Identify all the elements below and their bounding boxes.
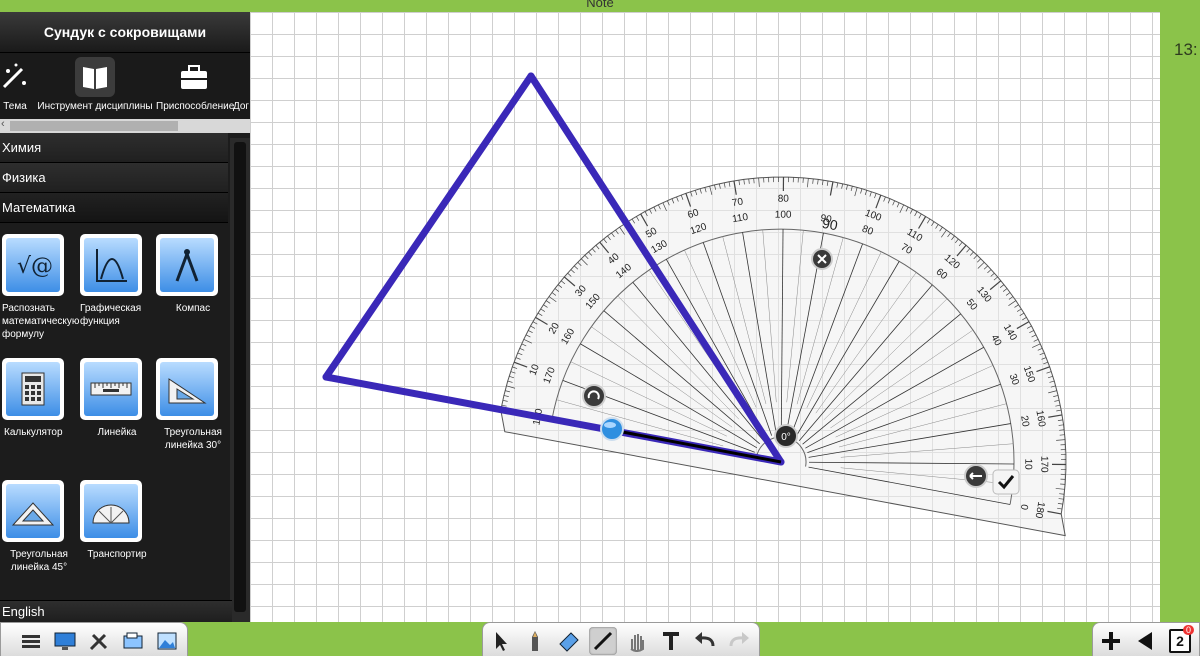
image-icon xyxy=(157,632,177,650)
magic-wand-icon xyxy=(0,57,30,97)
protractor-rotate-button[interactable] xyxy=(582,384,606,408)
tab-devices[interactable]: Приспособление xyxy=(156,53,234,119)
pen-icon xyxy=(532,631,538,651)
text-icon xyxy=(663,632,679,650)
page-badge: 0 xyxy=(1182,625,1194,635)
protractor-icon xyxy=(84,484,138,538)
tool-ruler[interactable]: Линейка xyxy=(78,358,154,439)
tabs-scroll-thumb[interactable] xyxy=(10,121,178,131)
monitor-icon xyxy=(123,632,143,649)
text-tool[interactable] xyxy=(657,627,685,655)
toolbar-left-group xyxy=(0,622,188,656)
graph-icon xyxy=(84,238,138,292)
category-math[interactable]: Математика xyxy=(0,193,228,223)
panel-scroll-thumb[interactable] xyxy=(234,142,246,612)
protractor-label: 80 xyxy=(778,194,790,205)
protractor-90-label: 90 xyxy=(821,215,839,234)
panel-tabs: Тема Инструмент дисциплины Приспособлени… xyxy=(0,53,250,119)
pointer-icon xyxy=(496,632,507,651)
hand-icon xyxy=(630,634,644,652)
undo-button[interactable] xyxy=(691,627,719,655)
calculator-icon xyxy=(6,362,60,416)
ruler-icon xyxy=(84,362,138,416)
display-button[interactable] xyxy=(51,627,79,655)
tool-graph-function[interactable]: Графическая функция xyxy=(78,234,154,328)
pen-tool[interactable] xyxy=(521,627,549,655)
protractor-close-button[interactable] xyxy=(811,248,833,270)
protractor-label: 100 xyxy=(775,210,792,221)
right-margin xyxy=(1160,12,1200,622)
tool-set-square-45[interactable]: Треугольная линейка 45° xyxy=(0,480,76,574)
add-page-icon xyxy=(1102,632,1120,650)
window-titlebar: Note xyxy=(0,0,1200,12)
tool-calculator[interactable]: Калькулятор xyxy=(0,358,76,439)
desktop-button[interactable] xyxy=(119,627,147,655)
formula-icon: √@ xyxy=(6,238,60,292)
screen-icon xyxy=(54,632,76,650)
drawing-layer[interactable]: 0102030405060708010011012013014015016017… xyxy=(250,12,1160,622)
tab-discipline-tools[interactable]: Инструмент дисциплины xyxy=(34,53,156,119)
line-tool[interactable] xyxy=(589,627,617,655)
tool-formula-recognition[interactable]: √@ Распознать математическую формулу xyxy=(0,234,79,341)
treasure-chest-panel: Сундук с сокровищами Тема Инструмент дис… xyxy=(0,12,250,622)
protractor-label: 10 xyxy=(1022,459,1033,471)
tool-compass[interactable]: Компас xyxy=(154,234,230,315)
undo-icon xyxy=(695,632,715,647)
page-counter[interactable]: 2 0 xyxy=(1165,625,1195,655)
window-title: Note xyxy=(586,0,614,10)
eraser-icon xyxy=(559,632,579,652)
set-square-30-icon xyxy=(160,362,214,416)
clock: 13: xyxy=(1174,40,1198,59)
toolbar-center-group xyxy=(482,622,760,656)
svg-text:0°: 0° xyxy=(781,432,791,443)
whiteboard-canvas[interactable]: 0102030405060708010011012013014015016017… xyxy=(250,12,1160,622)
menu-icon xyxy=(22,635,40,648)
category-physics[interactable]: Физика xyxy=(0,163,228,193)
menu-button[interactable] xyxy=(17,627,45,655)
tabs-scrollbar[interactable]: ‹ xyxy=(0,118,250,133)
toolbox-icon xyxy=(174,57,214,97)
add-page-button[interactable] xyxy=(1097,627,1125,655)
tab-more[interactable]: Дог xyxy=(232,53,250,119)
tool-set-square-30[interactable]: Треугольная линейка 30° xyxy=(154,358,230,452)
protractor-drag-handle[interactable] xyxy=(600,417,624,441)
image-button[interactable] xyxy=(153,627,181,655)
protractor-confirm-button[interactable] xyxy=(992,469,1020,495)
svg-text:√@: √@ xyxy=(17,254,53,279)
compass-icon xyxy=(160,238,214,292)
language-selector[interactable]: English xyxy=(0,600,232,622)
hand-tool[interactable] xyxy=(623,627,651,655)
previous-page-button[interactable] xyxy=(1131,627,1159,655)
triangle-side-left[interactable] xyxy=(322,72,535,381)
tools-button[interactable] xyxy=(85,627,113,655)
prev-page-icon xyxy=(1138,632,1152,650)
tools-icon xyxy=(89,633,108,651)
set-square-45-icon xyxy=(6,484,60,538)
protractor-label: 20 xyxy=(1018,415,1031,428)
panel-title: Сундук с сокровищами xyxy=(0,12,250,53)
pointer-tool[interactable] xyxy=(487,627,515,655)
protractor-label: 70 xyxy=(731,196,744,209)
eraser-tool[interactable] xyxy=(555,627,583,655)
category-chemistry[interactable]: Химия xyxy=(0,133,228,163)
tool-protractor[interactable]: Транспортир xyxy=(78,480,154,561)
line-icon xyxy=(593,631,613,651)
panel-scrollbar[interactable] xyxy=(230,138,250,622)
book-icon xyxy=(75,57,115,97)
toolbar-right-group: 2 0 xyxy=(1092,622,1200,656)
page-number: 2 xyxy=(1176,633,1184,649)
tab-theme[interactable]: Тема xyxy=(0,53,30,119)
redo-icon xyxy=(729,632,749,647)
redo-button[interactable] xyxy=(725,627,753,655)
scroll-left-icon[interactable]: ‹ xyxy=(1,118,5,130)
protractor-angle-readout: 0° xyxy=(774,424,798,448)
protractor-resize-button[interactable] xyxy=(964,464,988,488)
protractor-label: 170 xyxy=(1038,456,1049,473)
